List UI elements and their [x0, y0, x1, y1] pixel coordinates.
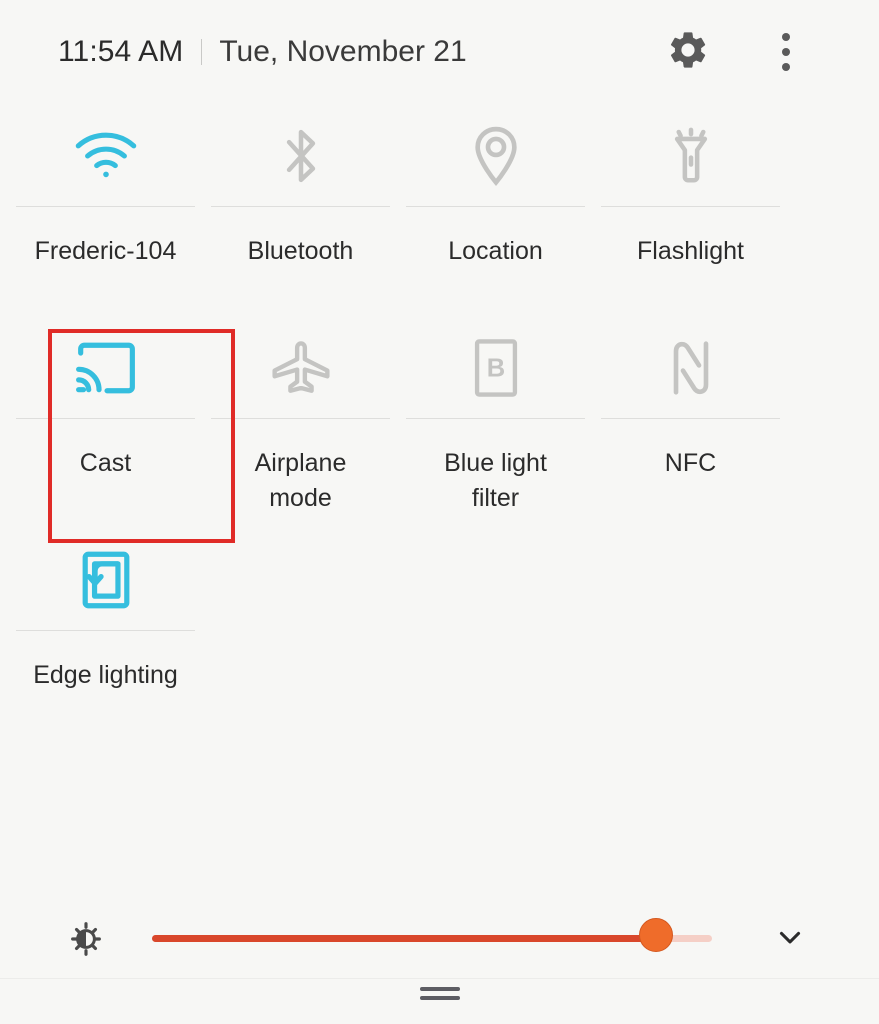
- tile-icon-area: [8, 528, 203, 630]
- drag-handle-bar: [419, 996, 460, 1000]
- status-header: 11:54 AM Tue, November 21: [0, 0, 879, 104]
- quick-setting-tiles: Frederic-104 Bluetooth Location Flashlig…: [0, 104, 879, 740]
- tile-separator: [406, 206, 585, 207]
- tile-nfc[interactable]: NFC: [593, 316, 788, 528]
- tile-empty: [593, 528, 788, 740]
- brightness-control: [0, 905, 879, 971]
- tile-icon-area: [593, 316, 788, 418]
- clock-date: Tue, November 21: [219, 35, 467, 68]
- tile-label-nfc: NFC: [664, 449, 717, 477]
- tile-icon-area: [203, 316, 398, 418]
- quick-settings-panel: 11:54 AM Tue, November 21 Frederic-104 B…: [0, 0, 879, 1024]
- bluetooth-icon: [276, 125, 326, 192]
- grid-spacer: [0, 104, 8, 316]
- slider-fill: [152, 935, 656, 942]
- tile-separator: [601, 418, 780, 419]
- tile-label-edge-lighting: Edge lighting: [33, 661, 178, 689]
- tile-blue-light-filter[interactable]: B Blue light filter: [398, 316, 593, 528]
- tile-icon-area: [8, 104, 203, 206]
- tile-label-flashlight: Flashlight: [637, 237, 744, 265]
- clock-time: 11:54 AM: [58, 35, 184, 68]
- tile-icon-area: B: [398, 316, 593, 418]
- overflow-menu-icon: [782, 63, 790, 71]
- grid-spacer: [0, 528, 8, 740]
- svg-text:B: B: [486, 354, 504, 382]
- tile-separator: [16, 418, 195, 419]
- tile-icon-area: [398, 104, 593, 206]
- tile-flashlight[interactable]: Flashlight: [593, 104, 788, 316]
- tile-location[interactable]: Location: [398, 104, 593, 316]
- tile-label-wifi: Frederic-104: [34, 237, 177, 265]
- tile-airplane-mode[interactable]: Airplane mode: [203, 316, 398, 528]
- drag-handle-bar: [419, 987, 460, 991]
- tile-separator: [16, 630, 195, 631]
- header-divider: [201, 39, 203, 65]
- settings-button[interactable]: [660, 24, 716, 80]
- tile-icon-area: [203, 104, 398, 206]
- tile-label-location: Location: [448, 237, 543, 265]
- airplane-icon: [270, 339, 332, 402]
- tile-edge-lighting[interactable]: Edge lighting: [8, 528, 203, 740]
- clock-and-date: 11:54 AM Tue, November 21: [58, 32, 467, 72]
- tile-label-blue-light-filter: Blue light filter: [444, 449, 547, 512]
- tile-cast[interactable]: Cast: [8, 316, 203, 528]
- cast-icon: [75, 342, 137, 399]
- tile-label-airplane-mode: Airplane mode: [254, 449, 347, 512]
- tile-label-bluetooth: Bluetooth: [247, 237, 354, 265]
- nfc-icon: [667, 337, 715, 404]
- tile-wifi[interactable]: Frederic-104: [8, 104, 203, 316]
- drag-handle[interactable]: [419, 987, 460, 1005]
- overflow-menu-icon: [782, 48, 790, 56]
- chevron-down-icon: [773, 920, 807, 959]
- overflow-menu-icon: [782, 33, 790, 41]
- tile-row: Edge lighting: [0, 528, 879, 740]
- blue-light-icon: B: [473, 337, 519, 404]
- flashlight-icon: [664, 124, 718, 193]
- overflow-menu-button[interactable]: [758, 24, 814, 80]
- auto-brightness-icon[interactable]: [66, 919, 106, 959]
- tile-icon-area: [8, 316, 203, 418]
- slider-thumb[interactable]: [639, 918, 673, 952]
- tile-icon-area: [593, 104, 788, 206]
- panel-bottom-bar: [0, 978, 879, 1024]
- tile-separator: [211, 206, 390, 207]
- tile-separator: [601, 206, 780, 207]
- wifi-icon: [74, 131, 138, 186]
- gear-icon: [666, 28, 710, 77]
- brightness-slider[interactable]: [152, 918, 712, 952]
- tile-separator: [406, 418, 585, 419]
- tile-row: Frederic-104 Bluetooth Location Flashlig…: [0, 104, 879, 316]
- tile-bluetooth[interactable]: Bluetooth: [203, 104, 398, 316]
- expand-brightness-button[interactable]: [762, 917, 818, 961]
- location-pin-icon: [469, 125, 523, 192]
- tile-row: Cast Airplane mode B Blue light filter N…: [0, 316, 879, 528]
- tile-separator: [16, 206, 195, 207]
- tile-label-cast: Cast: [79, 449, 132, 477]
- edge-lighting-icon: [80, 550, 132, 615]
- grid-spacer: [0, 316, 8, 528]
- tile-separator: [211, 418, 390, 419]
- tile-empty: [398, 528, 593, 740]
- tile-empty: [203, 528, 398, 740]
